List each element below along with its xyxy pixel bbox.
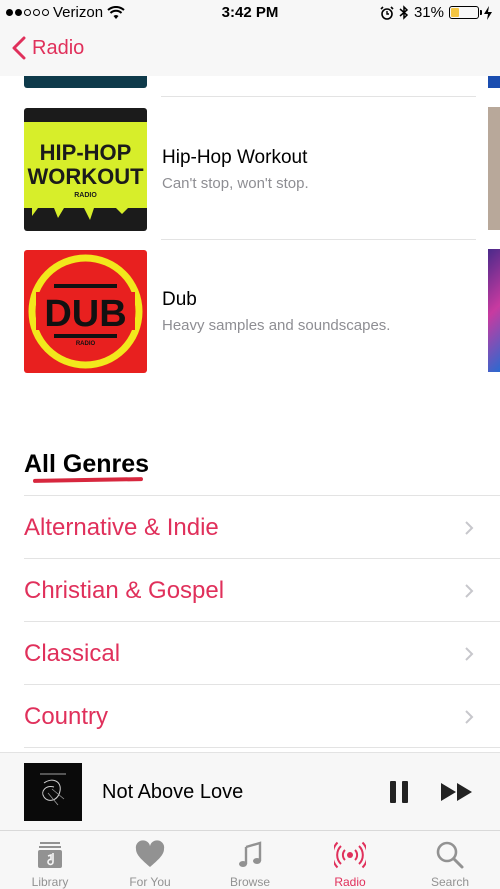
tab-browse[interactable]: Browse [200, 831, 300, 889]
tab-for-you[interactable]: For You [100, 831, 200, 889]
fast-forward-button[interactable] [440, 781, 474, 803]
mini-player[interactable]: Not Above Love [0, 752, 500, 830]
genre-row-classical[interactable]: Classical [24, 622, 500, 685]
pause-button[interactable] [388, 779, 410, 805]
divider [161, 96, 476, 97]
radio-station-list[interactable]: HIP-HOP WORKOUT RADIO Hip-Hop Workout Ca… [0, 76, 500, 752]
bluetooth-icon [399, 5, 409, 20]
now-playing-title[interactable]: Not Above Love [102, 781, 243, 804]
adjacent-station-artwork[interactable] [488, 249, 500, 372]
radio-icon [334, 841, 366, 869]
station-hip-hop-workout[interactable]: HIP-HOP WORKOUT RADIO Hip-Hop Workout Ca… [24, 107, 484, 231]
music-note-icon [239, 841, 262, 867]
tab-label: Radio [334, 875, 366, 889]
svg-text:HIP-HOP: HIP-HOP [40, 140, 132, 165]
alarm-icon [380, 5, 394, 20]
dub-artwork: DUB RADIO [24, 249, 147, 373]
genre-row-christian-gospel[interactable]: Christian & Gospel [24, 559, 500, 622]
station-text: Hip-Hop Workout Can't stop, won't stop. [162, 147, 309, 192]
station-title: Dub [162, 288, 197, 310]
adjacent-column-artwork[interactable] [488, 76, 500, 88]
genre-row-country[interactable]: Country [24, 685, 500, 748]
status-bar: Verizon 3:42 PM 31% [0, 0, 500, 26]
hip-hop-workout-artwork: HIP-HOP WORKOUT RADIO [24, 107, 147, 231]
tab-search[interactable]: Search [400, 831, 500, 889]
tab-label: Browse [229, 875, 270, 889]
tab-label: Library [31, 875, 69, 889]
chevron-right-icon [465, 520, 474, 535]
section-title: All Genres [24, 450, 150, 478]
battery-percent: 31% [413, 4, 444, 21]
chevron-right-icon [465, 646, 474, 661]
adjacent-station-artwork[interactable] [488, 107, 500, 230]
battery-icon [449, 6, 482, 19]
status-right: 31% [380, 4, 492, 21]
library-icon [38, 842, 62, 868]
station-text: Dub Heavy samples and soundscapes. [162, 289, 390, 334]
genre-row-alternative-indie[interactable]: Alternative & Indie [24, 496, 500, 559]
previous-station-artwork[interactable] [24, 76, 147, 88]
genre-label: Christian & Gospel [24, 576, 225, 604]
station-subtitle: Heavy samples and soundscapes. [162, 316, 391, 334]
back-button-label: Radio [32, 36, 85, 59]
svg-text:RADIO: RADIO [74, 192, 97, 199]
divider [24, 747, 500, 748]
charging-icon [484, 5, 492, 20]
search-icon [436, 841, 464, 869]
divider [161, 239, 476, 240]
genre-label: Classical [24, 639, 121, 667]
tab-label: Search [430, 875, 470, 889]
navigation-bar: Radio [0, 26, 500, 76]
chevron-right-icon [465, 709, 474, 724]
tab-bar: Library For You Browse Radio Search [0, 830, 500, 889]
station-subtitle: Can't stop, won't stop. [162, 174, 309, 192]
tab-label: For You [129, 875, 171, 889]
tab-library[interactable]: Library [0, 831, 100, 889]
now-playing-artwork[interactable] [24, 763, 82, 821]
svg-text:DUB: DUB [44, 293, 126, 335]
station-dub[interactable]: DUB RADIO Dub Heavy samples and soundsca… [24, 249, 484, 373]
heart-icon [135, 840, 165, 867]
genre-label: Alternative & Indie [24, 513, 219, 541]
back-button[interactable]: Radio [12, 36, 84, 60]
genre-label: Country [24, 702, 109, 730]
chevron-left-icon [12, 36, 26, 60]
tab-radio[interactable]: Radio [300, 831, 400, 889]
chevron-right-icon [465, 583, 474, 598]
svg-text:WORKOUT: WORKOUT [27, 164, 144, 189]
station-title: Hip-Hop Workout [162, 146, 308, 168]
annotation-underline [32, 477, 144, 483]
svg-text:RADIO: RADIO [76, 341, 96, 347]
